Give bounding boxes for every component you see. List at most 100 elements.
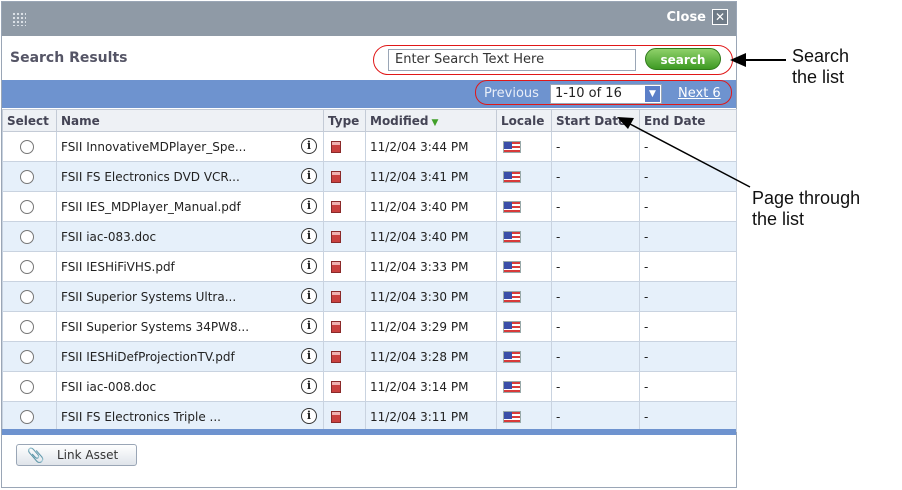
asset-name[interactable]: FSII FS Electronics DVD VCR...: [61, 170, 297, 184]
search-highlight-ring: [373, 45, 733, 75]
search-callout-line1: Search: [792, 46, 850, 66]
start-date-cell: -: [551, 371, 640, 402]
page-callout-line2: the list: [752, 209, 805, 229]
info-icon[interactable]: i: [301, 228, 317, 244]
info-icon[interactable]: i: [301, 198, 317, 214]
us-flag-icon: [503, 291, 521, 303]
column-header-modified-label[interactable]: Modified: [370, 114, 429, 128]
start-date-cell: -: [551, 401, 640, 432]
table-row[interactable]: FSII FS Electronics Triple ... i 11/2/04 3…: [2, 401, 737, 432]
info-icon[interactable]: i: [301, 408, 317, 424]
table-row[interactable]: FSII InnovativeMDPlayer_Spe... i 11/2/04 3…: [2, 131, 737, 162]
us-flag-icon: [503, 171, 521, 183]
type-cell: [323, 191, 366, 222]
document-type-icon: [331, 291, 341, 303]
select-cell[interactable]: [2, 251, 57, 282]
column-header-locale[interactable]: Locale: [496, 109, 552, 132]
grip-icon[interactable]: [12, 12, 26, 26]
column-header-modified[interactable]: Modified ▼: [365, 109, 497, 132]
asset-name[interactable]: FSII iac-083.doc: [61, 230, 297, 244]
title-bar[interactable]: Close ✕: [2, 2, 736, 36]
info-icon[interactable]: i: [301, 348, 317, 364]
select-cell[interactable]: [2, 401, 57, 432]
us-flag-icon: [503, 231, 521, 243]
start-date-cell: -: [551, 341, 640, 372]
info-icon[interactable]: i: [301, 378, 317, 394]
column-header-end-date[interactable]: End Date: [639, 109, 737, 132]
table-row[interactable]: FSII IESHiDefProjectionTV.pdf i 11/2/04 3:…: [2, 341, 737, 372]
column-header-type[interactable]: Type: [323, 109, 366, 132]
select-radio[interactable]: [20, 289, 34, 304]
table-row[interactable]: FSII IESHiFiVHS.pdf i 11/2/04 3:33 PM - -: [2, 251, 737, 282]
select-radio[interactable]: [20, 169, 34, 184]
name-cell: FSII Superior Systems Ultra... i: [56, 281, 324, 312]
table-row[interactable]: FSII Superior Systems 34PW8... i 11/2/04 3…: [2, 311, 737, 342]
info-icon[interactable]: i: [301, 318, 317, 334]
locale-cell: [496, 161, 552, 192]
type-cell: [323, 341, 366, 372]
modified-cell: 11/2/04 3:40 PM: [365, 191, 497, 222]
column-header-select: Select: [2, 109, 57, 132]
modified-cell: 11/2/04 3:41 PM: [365, 161, 497, 192]
asset-name[interactable]: FSII IES_MDPlayer_Manual.pdf: [61, 200, 297, 214]
close-icon[interactable]: ✕: [712, 9, 728, 25]
search-callout: Search the list: [792, 46, 849, 88]
document-type-icon: [331, 231, 341, 243]
select-cell[interactable]: [2, 281, 57, 312]
select-cell[interactable]: [2, 371, 57, 402]
document-type-icon: [331, 351, 341, 363]
document-type-icon: [331, 201, 341, 213]
select-cell[interactable]: [2, 311, 57, 342]
asset-name[interactable]: FSII IESHiDefProjectionTV.pdf: [61, 350, 297, 364]
asset-name[interactable]: FSII IESHiFiVHS.pdf: [61, 260, 297, 274]
close-label[interactable]: Close: [667, 10, 706, 25]
select-radio[interactable]: [20, 409, 34, 424]
document-type-icon: [331, 141, 341, 153]
column-header-name[interactable]: Name: [56, 109, 324, 132]
table-row[interactable]: FSII FS Electronics DVD VCR... i 11/2/04 3…: [2, 161, 737, 192]
info-icon[interactable]: i: [301, 288, 317, 304]
select-cell[interactable]: [2, 341, 57, 372]
modified-cell: 11/2/04 3:30 PM: [365, 281, 497, 312]
end-date-cell: -: [639, 401, 737, 432]
type-cell: [323, 371, 366, 402]
select-radio[interactable]: [20, 379, 34, 394]
select-radio[interactable]: [20, 139, 34, 154]
select-radio[interactable]: [20, 349, 34, 364]
column-header-start-date[interactable]: Start Date: [551, 109, 640, 132]
locale-cell: [496, 131, 552, 162]
info-icon[interactable]: i: [301, 138, 317, 154]
close-control[interactable]: Close ✕: [667, 9, 728, 25]
locale-cell: [496, 371, 552, 402]
asset-name[interactable]: FSII iac-008.doc: [61, 380, 297, 394]
select-radio[interactable]: [20, 199, 34, 214]
asset-name[interactable]: FSII InnovativeMDPlayer_Spe...: [61, 140, 297, 154]
asset-name[interactable]: FSII FS Electronics Triple ...: [61, 410, 297, 424]
name-cell: FSII FS Electronics DVD VCR... i: [56, 161, 324, 192]
asset-name[interactable]: FSII Superior Systems Ultra...: [61, 290, 297, 304]
table-row[interactable]: FSII iac-008.doc i 11/2/04 3:14 PM - -: [2, 371, 737, 402]
name-cell: FSII InnovativeMDPlayer_Spe... i: [56, 131, 324, 162]
asset-name[interactable]: FSII Superior Systems 34PW8...: [61, 320, 297, 334]
info-icon[interactable]: i: [301, 168, 317, 184]
select-radio[interactable]: [20, 229, 34, 244]
link-asset-button[interactable]: 📎 Link Asset: [16, 444, 137, 466]
select-radio[interactable]: [20, 259, 34, 274]
select-radio[interactable]: [20, 319, 34, 334]
select-cell[interactable]: [2, 161, 57, 192]
document-type-icon: [331, 321, 341, 333]
document-type-icon: [331, 381, 341, 393]
table-row[interactable]: FSII IES_MDPlayer_Manual.pdf i 11/2/04 3:4…: [2, 191, 737, 222]
paperclip-icon: 📎: [27, 448, 45, 464]
select-cell[interactable]: [2, 191, 57, 222]
table-header-row: Select Name Type Modified ▼ Locale Start …: [2, 109, 737, 132]
table-row[interactable]: FSII iac-083.doc i 11/2/04 3:40 PM - -: [2, 221, 737, 252]
modified-cell: 11/2/04 3:44 PM: [365, 131, 497, 162]
select-cell[interactable]: [2, 221, 57, 252]
name-cell: FSII IESHiDefProjectionTV.pdf i: [56, 341, 324, 372]
us-flag-icon: [503, 261, 521, 273]
info-icon[interactable]: i: [301, 258, 317, 274]
us-flag-icon: [503, 141, 521, 153]
select-cell[interactable]: [2, 131, 57, 162]
table-row[interactable]: FSII Superior Systems Ultra... i 11/2/04 3…: [2, 281, 737, 312]
